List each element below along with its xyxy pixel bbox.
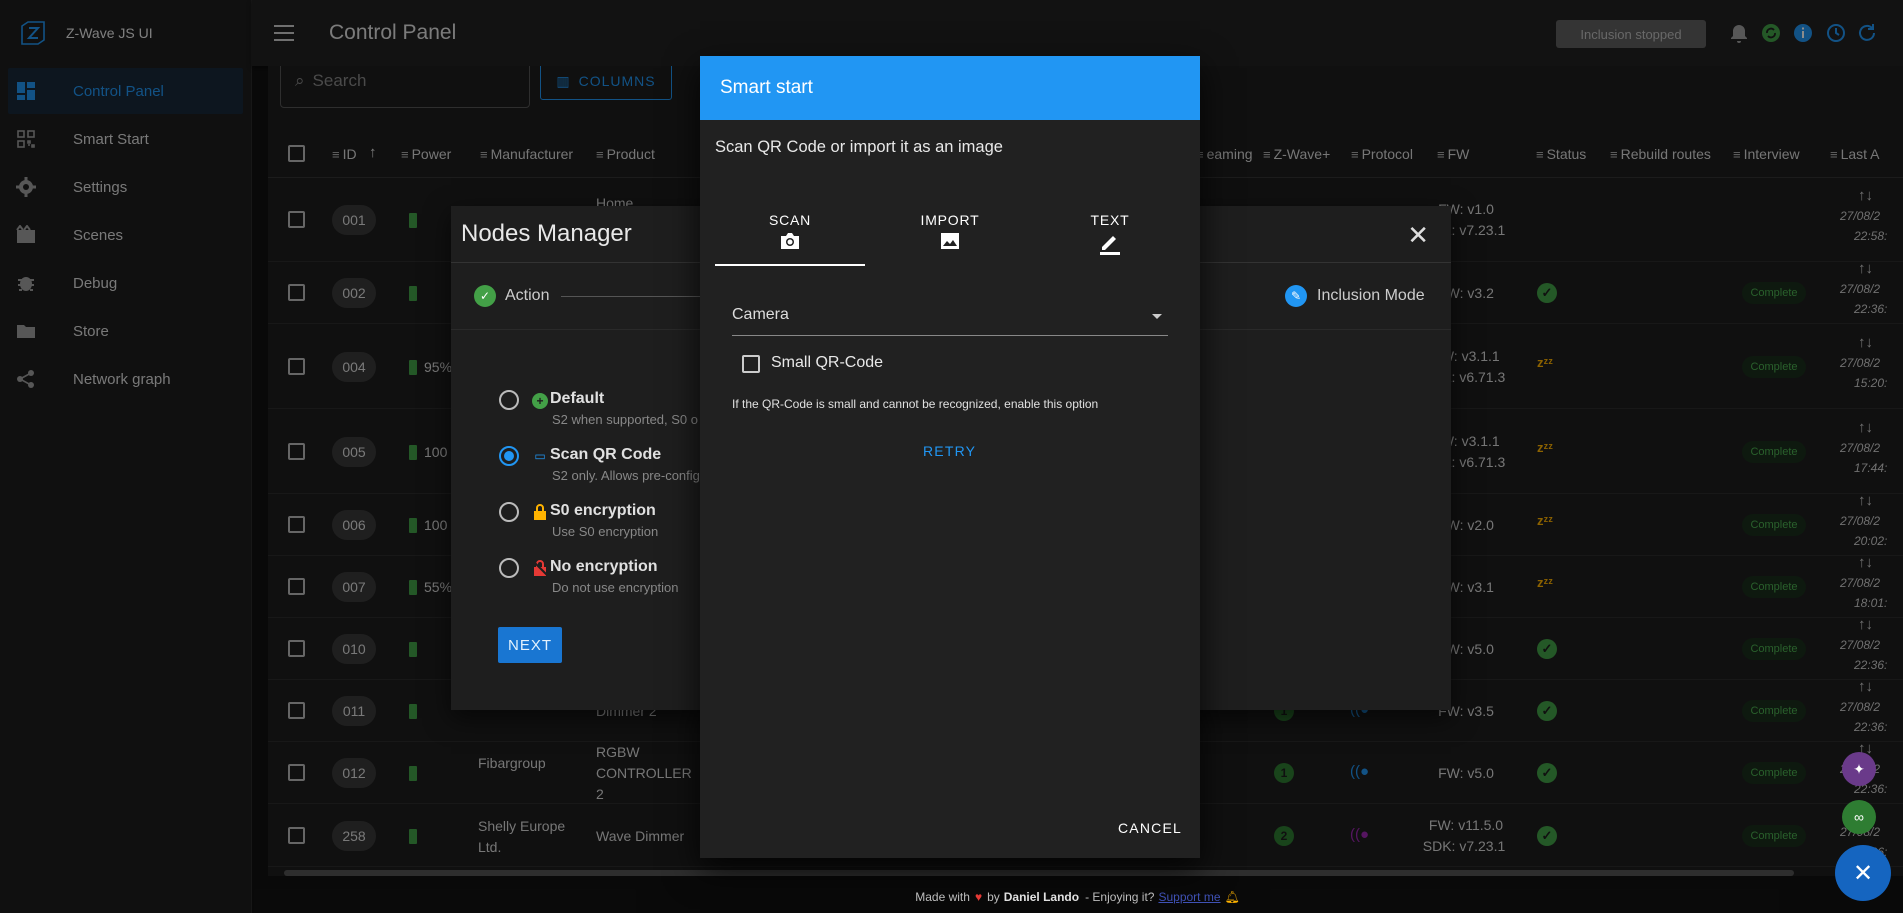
camera-select[interactable]: Camera (732, 306, 1168, 336)
footer-author: Daniel Lando (1003, 889, 1080, 904)
tab-text[interactable]: TEXT (1035, 200, 1185, 266)
check-icon: ✓ (474, 285, 496, 307)
camera-select-value: Camera (732, 306, 789, 323)
step-inclusion-mode[interactable]: Inclusion Mode (1317, 287, 1425, 305)
lock-icon (534, 504, 546, 520)
option-title: Scan QR Code (550, 446, 662, 463)
radio-no-encryption[interactable] (499, 558, 519, 578)
option-subtitle: Do not use encryption (552, 580, 679, 595)
infinity-icon[interactable]: ∞ (1842, 800, 1876, 834)
dialog-title: Smart start (720, 77, 813, 98)
small-qr-code-label[interactable]: Small QR-Code (771, 354, 883, 372)
small-qr-code-checkbox[interactable] (742, 355, 760, 373)
radio-scan-qr-code[interactable] (499, 446, 519, 466)
tab-label: SCAN (768, 212, 812, 228)
chevron-down-icon (1152, 314, 1162, 319)
radio-s0-encryption[interactable] (499, 502, 519, 522)
option-subtitle: S2 when supported, S0 o (552, 412, 698, 427)
close-fab-icon[interactable]: ✕ (1835, 845, 1891, 901)
dialog-title: Nodes Manager (461, 220, 632, 247)
option-title: S0 encryption (550, 502, 656, 519)
tab-label: TEXT (1090, 212, 1130, 228)
dialog-subtitle: Scan QR Code or import it as an image (715, 138, 1003, 156)
footer-made-with: Made with (915, 889, 970, 904)
pencil-icon (1100, 236, 1120, 255)
heart-icon: ♥ (974, 889, 983, 904)
tab-scan[interactable]: SCAN (715, 200, 865, 266)
camera-icon (781, 233, 799, 249)
tab-label: IMPORT (920, 212, 980, 228)
dialog-header: Smart start (700, 56, 1200, 120)
footer: Made with ♥ by Daniel Lando - Enjoying i… (252, 880, 1903, 913)
step-action[interactable]: Action (505, 287, 549, 305)
bell-emoji-icon: 🔔︎ (1224, 889, 1240, 904)
small-qr-hint: If the QR-Code is small and cannot be re… (732, 397, 1099, 411)
option-title: No encryption (550, 558, 658, 575)
footer-by: by (987, 889, 1000, 904)
qrcode-scan-icon: ▭ (534, 449, 546, 463)
lock-off-icon (532, 560, 548, 576)
tab-import[interactable]: IMPORT (875, 200, 1025, 266)
footer-enjoy: - Enjoying it? (1085, 889, 1155, 904)
image-icon (941, 233, 959, 249)
next-button[interactable]: NEXT (498, 627, 562, 663)
smart-start-dialog: Smart start Scan QR Code or import it as… (700, 56, 1200, 858)
plus-circle-icon: + (532, 393, 548, 409)
cancel-button[interactable]: CANCEL (1118, 820, 1182, 836)
magic-wand-icon[interactable]: ✦ (1842, 752, 1876, 786)
option-subtitle: S2 only. Allows pre-config (552, 468, 700, 483)
close-icon[interactable]: ✕ (1407, 220, 1429, 251)
pencil-icon: ✎ (1285, 285, 1307, 307)
option-title: Default (550, 390, 605, 407)
radio-default[interactable] (499, 390, 519, 410)
option-subtitle: Use S0 encryption (552, 524, 659, 539)
step-divider (561, 296, 701, 297)
support-me-link[interactable]: Support me (1158, 890, 1220, 904)
retry-button[interactable]: RETRY (923, 443, 976, 459)
smart-start-tabs: SCAN IMPORT TEXT (715, 200, 1185, 266)
